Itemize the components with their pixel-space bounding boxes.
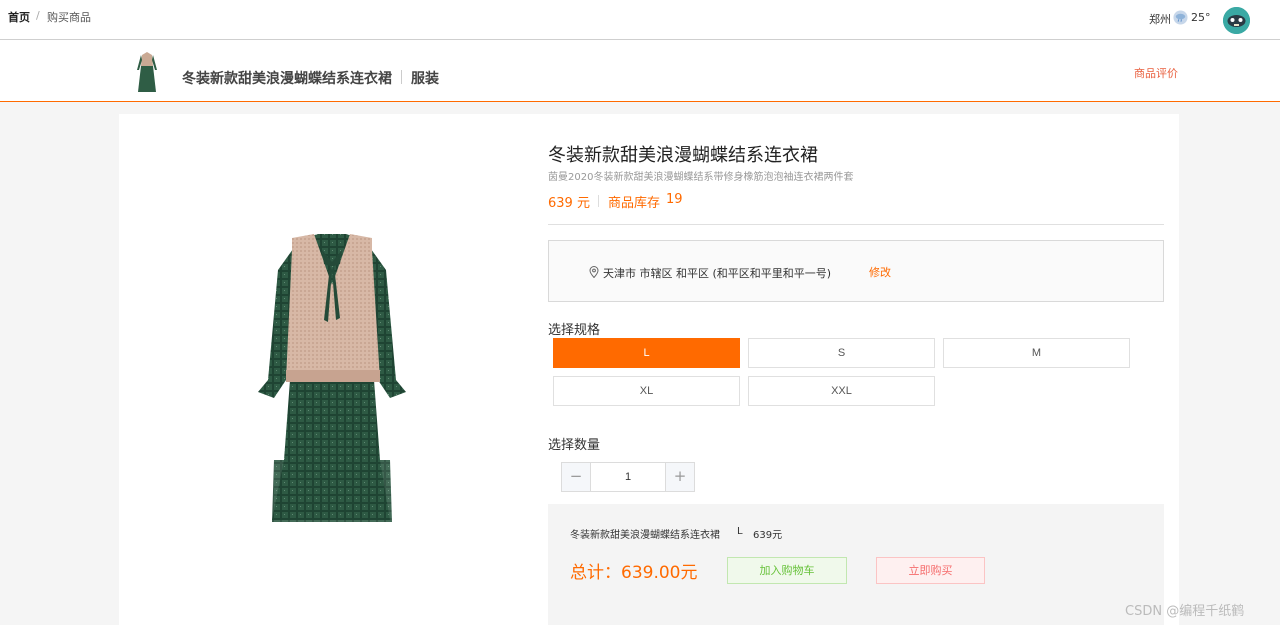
stock-label: 商品库存 [608, 196, 661, 211]
watermark: CSDN @编程千纸鹤 [1125, 604, 1245, 619]
stock-value: 19 [666, 192, 683, 207]
total-price: 总计：639.00元 [570, 563, 698, 583]
divider [401, 70, 402, 84]
product-detail-card: 冬装新款甜美浪漫蝴蝶结系连衣裙 茵曼2020冬装新款甜美浪漫蝴蝶结系带修身橡筋泡… [119, 114, 1179, 625]
product-price: 639 元 [548, 196, 590, 211]
order-summary: 冬装新款甜美浪漫蝴蝶结系连衣裙 L 639元 总计：639.00元 加入购物车 … [548, 504, 1164, 625]
breadcrumb-home[interactable]: 首页 [8, 9, 30, 25]
product-bar-category[interactable]: 服装 [411, 68, 439, 88]
size-option-xl[interactable]: XL [553, 376, 740, 406]
divider [598, 195, 599, 207]
edit-address-link[interactable]: 修改 [869, 264, 891, 280]
quantity-label: 选择数量 [548, 438, 601, 453]
product-image [258, 234, 406, 522]
top-bar: 首页 / 购买商品 郑州 25° [0, 0, 1280, 40]
size-option-xxl[interactable]: XXL [748, 376, 935, 406]
size-option-s[interactable]: S [748, 338, 935, 368]
product-thumbnail[interactable] [133, 48, 161, 94]
quantity-stepper: − + [561, 462, 695, 492]
product-title: 冬装新款甜美浪漫蝴蝶结系连衣裙 [548, 145, 818, 166]
avatar[interactable] [1223, 7, 1250, 34]
product-header-bar: 冬装新款甜美浪漫蝴蝶结系连衣裙 服装 商品评价 [0, 40, 1280, 102]
avatar-face-icon [1223, 7, 1250, 34]
city-label: 郑州 [1149, 13, 1171, 26]
size-option-m[interactable]: M [943, 338, 1130, 368]
address-text: 天津市 市辖区 和平区 (和平区和平里和平一号) [603, 267, 832, 280]
increase-button[interactable]: + [665, 463, 694, 491]
breadcrumb-separator: / [36, 9, 40, 22]
cloud-rain-icon [1173, 10, 1188, 25]
summary-price: 639元 [753, 530, 783, 541]
product-bar-name: 冬装新款甜美浪漫蝴蝶结系连衣裙 [182, 71, 392, 87]
location-pin-icon [589, 266, 599, 278]
buy-now-button[interactable]: 立即购买 [876, 557, 985, 584]
separator-line [548, 224, 1164, 225]
breadcrumb-current: 购买商品 [47, 11, 91, 24]
temperature-label: 25° [1191, 11, 1211, 24]
quantity-input[interactable] [592, 463, 664, 491]
product-review-link[interactable]: 商品评价 [1134, 65, 1178, 81]
summary-product-name: 冬装新款甜美浪漫蝴蝶结系连衣裙 [570, 530, 720, 541]
spec-label: 选择规格 [548, 323, 601, 338]
address-box: 天津市 市辖区 和平区 (和平区和平里和平一号) 修改 [548, 240, 1164, 302]
size-option-l[interactable]: L [553, 338, 740, 368]
decrease-button[interactable]: − [562, 463, 591, 491]
product-subtitle: 茵曼2020冬装新款甜美浪漫蝴蝶结系带修身橡筋泡泡袖连衣裙两件套 [548, 172, 854, 183]
add-to-cart-button[interactable]: 加入购物车 [727, 557, 847, 584]
summary-size: L [737, 526, 743, 537]
